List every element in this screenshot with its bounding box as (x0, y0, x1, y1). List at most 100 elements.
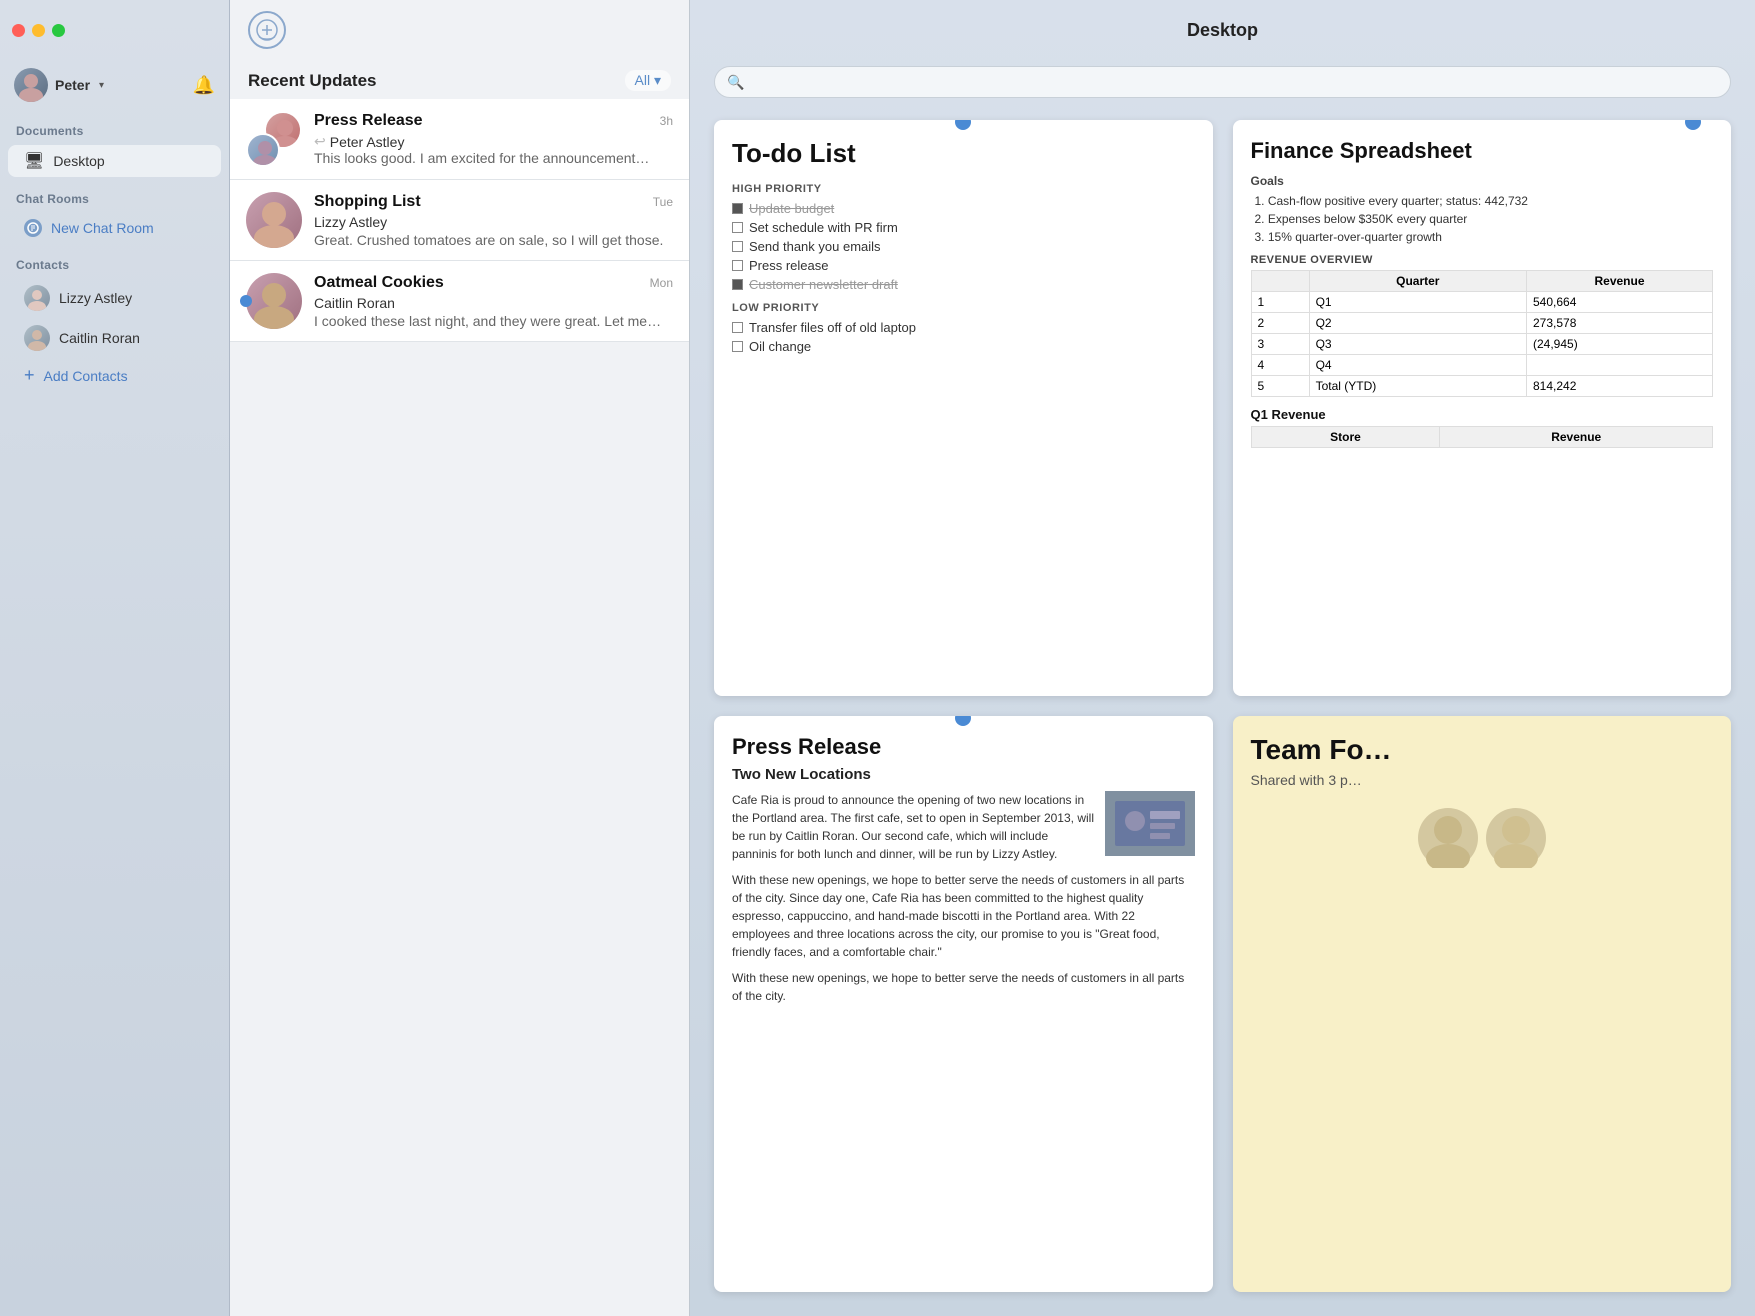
press-release-avatar-2 (246, 133, 280, 167)
reply-icon: ↩ (314, 133, 326, 150)
rev-overview-label: REVENUE OVERVIEW (1251, 254, 1714, 266)
finance-card-title: Finance Spreadsheet (1251, 138, 1714, 164)
todo-card-content: To-do List HIGH PRIORITY Update budget S… (714, 120, 1213, 696)
goals-label: Goals (1251, 174, 1714, 188)
goal-item-2: 3. 15% quarter-over-quarter growth (1251, 230, 1714, 244)
press-release-avatar-group (246, 111, 302, 167)
q1-revenue-table: StoreRevenue (1251, 426, 1714, 448)
low-priority-label: LOW PRIORITY (732, 302, 1195, 314)
avatar (14, 68, 48, 102)
chat-panel: Recent Updates All ▾ (230, 0, 690, 1316)
checkbox-2 (732, 241, 743, 252)
documents-section-label: Documents (0, 110, 229, 144)
desktop-area: Desktop 🔍 To-do List HIGH PRIORITY Updat… (690, 0, 1755, 1316)
todo-item-0: Update budget (732, 201, 1195, 216)
shopping-list-avatar (246, 192, 302, 248)
add-contacts-plus-icon: + (24, 365, 35, 386)
press-release-title: Press Release (314, 112, 423, 130)
user-profile[interactable]: Peter ▾ 🔔 (0, 60, 229, 110)
todo-item-1: Set schedule with PR firm (732, 220, 1195, 235)
search-bar[interactable]: 🔍 (714, 66, 1731, 98)
todo-item-3: Press release (732, 258, 1195, 273)
sidebar-item-caitlin-label: Caitlin Roran (59, 330, 140, 346)
pr-body-2: With these new openings, we hope to bett… (732, 871, 1195, 961)
chat-room-icon (24, 219, 42, 237)
contacts-section-label: Contacts (0, 244, 229, 278)
todo-list-card[interactable]: To-do List HIGH PRIORITY Update budget S… (714, 120, 1213, 696)
finance-card-content: Finance Spreadsheet Goals 1. Cash-flow p… (1233, 120, 1732, 696)
checkbox-0 (732, 203, 743, 214)
unread-dot (240, 295, 252, 307)
sidebar: Peter ▾ 🔔 Documents 🖥 Desktop Chat Rooms… (0, 0, 230, 1316)
checkbox-5 (732, 322, 743, 333)
oatmeal-cookies-time: Mon (650, 276, 673, 290)
chat-list: Press Release 3h ↩ Peter Astley This loo… (230, 99, 689, 342)
fullscreen-button[interactable] (52, 24, 65, 37)
oatmeal-cookies-title: Oatmeal Cookies (314, 274, 444, 292)
pr-card-title: Press Release (732, 734, 1195, 760)
q1-revenue-label: Q1 Revenue (1251, 407, 1714, 422)
minimize-button[interactable] (32, 24, 45, 37)
revenue-table: QuarterRevenue 1Q1540,664 2Q2273,578 3Q3… (1251, 270, 1714, 397)
lizzy-avatar (24, 285, 50, 311)
shopping-list-sender: Lizzy Astley (314, 214, 387, 230)
search-bar-row: 🔍 (690, 60, 1755, 110)
shopping-list-preview: Great. Crushed tomatoes are on sale, so … (314, 232, 673, 248)
team-folder-subtitle: Shared with 3 p… (1251, 772, 1714, 788)
chevron-down-icon: ▾ (99, 80, 104, 91)
team-folder-avatars (1251, 808, 1714, 868)
sidebar-item-caitlin[interactable]: Caitlin Roran (8, 319, 221, 357)
pr-body-3: With these new openings, we hope to bett… (732, 969, 1195, 1005)
add-contacts-button[interactable]: + Add Contacts (8, 359, 221, 392)
sidebar-item-desktop-label: Desktop (53, 153, 104, 169)
high-priority-label: HIGH PRIORITY (732, 183, 1195, 195)
pr-card-content: Press Release Two New Locations Caf (714, 716, 1213, 1292)
sidebar-item-lizzy[interactable]: Lizzy Astley (8, 279, 221, 317)
todo-card-title: To-do List (732, 138, 1195, 169)
checkbox-1 (732, 222, 743, 233)
chat-item-oatmeal-cookies[interactable]: Oatmeal Cookies Mon Caitlin Roran I cook… (230, 261, 689, 342)
chat-item-press-release[interactable]: Press Release 3h ↩ Peter Astley This loo… (230, 99, 689, 180)
pr-subtitle: Two New Locations (732, 766, 1195, 783)
oatmeal-avatar (246, 273, 302, 329)
team-avatar-1 (1418, 808, 1478, 868)
all-filter-button[interactable]: All ▾ (625, 70, 671, 91)
oatmeal-cookies-sender: Caitlin Roran (314, 295, 395, 311)
press-release-sender: Peter Astley (330, 134, 405, 150)
desktop-icon: 🖥 (24, 151, 44, 171)
pr-image (1105, 791, 1195, 856)
chat-item-shopping-list[interactable]: Shopping List Tue Lizzy Astley Great. Cr… (230, 180, 689, 261)
caitlin-avatar (24, 325, 50, 351)
sidebar-item-lizzy-label: Lizzy Astley (59, 290, 132, 306)
todo-item-5: Transfer files off of old laptop (732, 320, 1195, 335)
desktop-grid: To-do List HIGH PRIORITY Update budget S… (690, 110, 1755, 1316)
shopping-list-title: Shopping List (314, 193, 421, 211)
todo-item-4: Customer newsletter draft (732, 277, 1195, 292)
todo-item-2: Send thank you emails (732, 239, 1195, 254)
notification-bell-icon[interactable]: 🔔 (193, 75, 215, 96)
press-release-content: Press Release 3h ↩ Peter Astley This loo… (314, 112, 673, 166)
finance-card[interactable]: Finance Spreadsheet Goals 1. Cash-flow p… (1233, 120, 1732, 696)
oatmeal-cookies-preview: I cooked these last night, and they were… (314, 313, 673, 329)
team-folder-title: Team Fo… (1251, 734, 1714, 766)
titlebar (0, 0, 229, 60)
sidebar-item-desktop[interactable]: 🖥 Desktop (8, 145, 221, 177)
team-folder-content: Team Fo… Shared with 3 p… (1233, 716, 1732, 1292)
chat-rooms-section-label: Chat Rooms (0, 178, 229, 212)
chat-panel-titlebar (230, 0, 689, 60)
todo-item-6: Oil change (732, 339, 1195, 354)
checkbox-6 (732, 341, 743, 352)
close-button[interactable] (12, 24, 25, 37)
press-release-time: 3h (660, 114, 673, 128)
desktop-titlebar: Desktop (690, 0, 1755, 60)
team-folder-card[interactable]: Team Fo… Shared with 3 p… (1233, 716, 1732, 1292)
team-avatar-2 (1486, 808, 1546, 868)
press-release-card[interactable]: Press Release Two New Locations Caf (714, 716, 1213, 1292)
sidebar-item-new-chat-room[interactable]: New Chat Room (8, 213, 221, 243)
recent-updates-title: Recent Updates (248, 71, 376, 91)
recent-updates-header: Recent Updates All ▾ (230, 60, 689, 99)
new-chat-button[interactable] (248, 11, 286, 49)
oatmeal-cookies-content: Oatmeal Cookies Mon Caitlin Roran I cook… (314, 274, 673, 329)
goal-item-1: 2. Expenses below $350K every quarter (1251, 212, 1714, 226)
shopping-list-time: Tue (653, 195, 673, 209)
